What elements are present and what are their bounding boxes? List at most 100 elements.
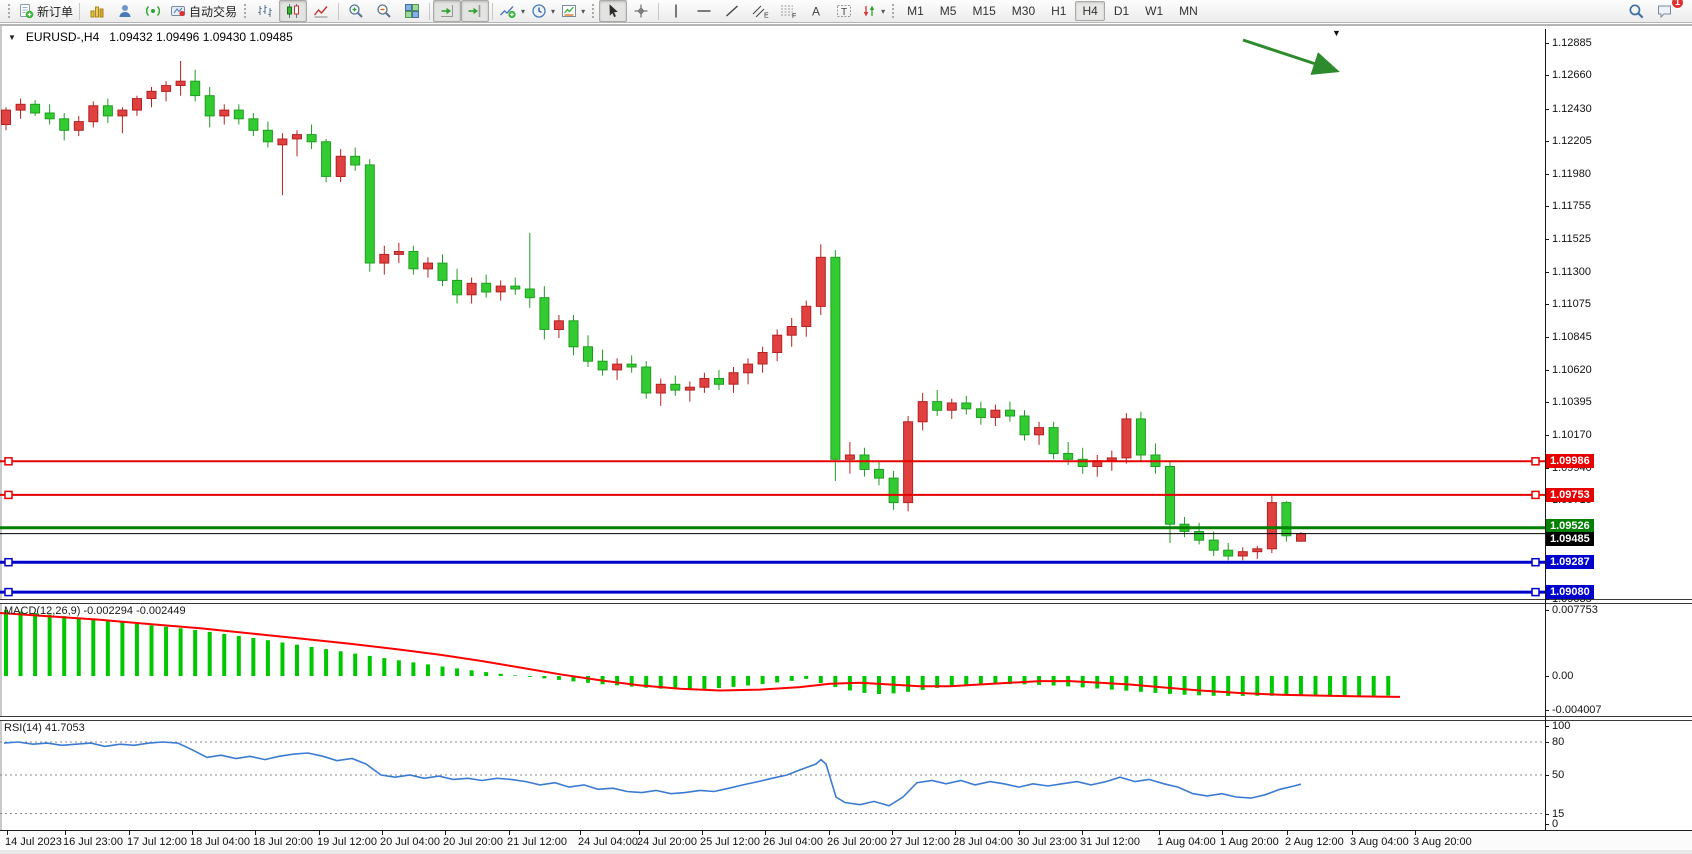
line-handle[interactable] bbox=[1532, 559, 1539, 566]
crosshair-icon bbox=[633, 3, 649, 19]
vertical-line-tool-button[interactable] bbox=[662, 0, 690, 22]
rsi-axis-label: 80 bbox=[1552, 736, 1564, 748]
price-tick-label: 1.11075 bbox=[1552, 298, 1591, 310]
time-axis-label: 1 Aug 20:00 bbox=[1220, 836, 1279, 848]
axis-tick bbox=[1545, 75, 1549, 76]
cursor-button[interactable] bbox=[599, 0, 627, 22]
chart-window[interactable]: ▼ EURUSD-,H4 1.09432 1.09496 1.09430 1.0… bbox=[0, 24, 1692, 852]
signals-button[interactable] bbox=[139, 0, 167, 22]
tile-windows-button[interactable] bbox=[398, 0, 426, 22]
price-line-label-1.09080[interactable]: 1.09080 bbox=[1546, 585, 1594, 599]
timeframe-button-m30[interactable]: M30 bbox=[1005, 1, 1042, 21]
time-axis-label: 3 Aug 04:00 bbox=[1350, 836, 1409, 848]
hline-1.09753[interactable] bbox=[0, 491, 1545, 498]
rsi-indicator-label: RSI(14) 41.7053 bbox=[4, 722, 85, 734]
hline-1.09986[interactable] bbox=[0, 458, 1545, 465]
timeframe-button-w1[interactable]: W1 bbox=[1138, 1, 1170, 21]
market-watch-button[interactable] bbox=[111, 0, 139, 22]
candle-37 bbox=[540, 286, 549, 339]
arrows-tool-button[interactable]: ▾ bbox=[858, 0, 888, 22]
arrows-icon bbox=[861, 3, 877, 19]
candle-5 bbox=[74, 116, 83, 136]
price-chart-canvas[interactable] bbox=[0, 29, 1545, 599]
candle-54 bbox=[787, 318, 796, 347]
notifications-button[interactable]: 1 bbox=[1650, 0, 1678, 22]
timeframe-button-mn[interactable]: MN bbox=[1172, 1, 1205, 21]
crosshair-button[interactable] bbox=[627, 0, 655, 22]
time-axis-label: 26 Jul 04:00 bbox=[763, 836, 823, 848]
auto-scroll-button[interactable] bbox=[433, 0, 461, 22]
timeframe-button-h4[interactable]: H4 bbox=[1075, 1, 1104, 21]
time-axis-tick bbox=[65, 831, 66, 835]
profiles-icon bbox=[89, 3, 105, 19]
line-handle[interactable] bbox=[5, 589, 12, 596]
candle-15 bbox=[220, 104, 229, 124]
timeframe-button-m5[interactable]: M5 bbox=[933, 1, 964, 21]
candle-42 bbox=[613, 358, 622, 380]
horizontal-line-tool-button[interactable] bbox=[690, 0, 718, 22]
candle-1 bbox=[16, 99, 25, 119]
rsi-pane-canvas[interactable] bbox=[0, 720, 1545, 830]
trendline-tool-button[interactable] bbox=[718, 0, 746, 22]
line-handle[interactable] bbox=[1532, 589, 1539, 596]
indicators-icon bbox=[499, 3, 517, 19]
chart-shift-button[interactable] bbox=[461, 0, 489, 22]
zoom-in-button[interactable] bbox=[342, 0, 370, 22]
trend-arrow-annotation[interactable] bbox=[1243, 40, 1337, 71]
candle-35 bbox=[511, 278, 520, 295]
search-button[interactable] bbox=[1622, 0, 1650, 22]
toolbar-separator bbox=[338, 3, 339, 20]
time-axis-tick bbox=[319, 831, 320, 835]
time-axis-label: 2 Aug 12:00 bbox=[1285, 836, 1344, 848]
rsi-line bbox=[4, 742, 1301, 806]
auto-trading-button[interactable]: 自动交易 bbox=[167, 0, 240, 22]
price-line-label-1.09485[interactable]: 1.09485 bbox=[1546, 532, 1594, 546]
line-handle[interactable] bbox=[5, 458, 12, 465]
candle-36 bbox=[525, 233, 534, 308]
new-order-label: 新订单 bbox=[37, 3, 73, 20]
timeframe-button-m15[interactable]: M15 bbox=[965, 1, 1002, 21]
candle-49 bbox=[715, 370, 724, 390]
timeframe-button-h1[interactable]: H1 bbox=[1044, 1, 1073, 21]
text-label-tool-button[interactable]: T bbox=[830, 0, 858, 22]
fibonacci-tool-button[interactable]: F bbox=[774, 0, 802, 22]
text-label-icon: T bbox=[836, 3, 852, 19]
templates-button[interactable]: ▾ bbox=[558, 0, 588, 22]
indicators-button[interactable]: ▾ bbox=[496, 0, 528, 22]
candlestick-chart-type-button[interactable] bbox=[279, 0, 307, 22]
price-line-label-1.09753[interactable]: 1.09753 bbox=[1546, 488, 1594, 502]
line-handle[interactable] bbox=[5, 491, 12, 498]
candle-56 bbox=[816, 244, 825, 315]
new-order-button[interactable]: 新订单 bbox=[15, 0, 76, 22]
price-line-label-1.09287[interactable]: 1.09287 bbox=[1546, 555, 1594, 569]
macd-pane-canvas[interactable] bbox=[0, 603, 1545, 715]
timeframe-button-m1[interactable]: M1 bbox=[900, 1, 931, 21]
equidistant-channel-tool-button[interactable]: E bbox=[746, 0, 774, 22]
line-handle[interactable] bbox=[5, 559, 12, 566]
bar-chart-type-button[interactable] bbox=[251, 0, 279, 22]
price-line-label-1.09986[interactable]: 1.09986 bbox=[1546, 454, 1594, 468]
candle-60 bbox=[875, 461, 884, 486]
hline-1.09080[interactable] bbox=[0, 589, 1545, 596]
hline-1.09287[interactable] bbox=[0, 559, 1545, 566]
zoom-out-button[interactable] bbox=[370, 0, 398, 22]
line-handle[interactable] bbox=[1532, 458, 1539, 465]
axis-tick bbox=[1545, 239, 1549, 240]
timeframe-button-d1[interactable]: D1 bbox=[1107, 1, 1136, 21]
price-line-label-1.09526[interactable]: 1.09526 bbox=[1546, 519, 1594, 533]
candle-69 bbox=[1006, 402, 1015, 422]
line-chart-type-button[interactable] bbox=[307, 0, 335, 22]
candle-52 bbox=[758, 347, 767, 373]
text-tool-button[interactable]: A bbox=[802, 0, 830, 22]
candle-6 bbox=[89, 101, 98, 127]
periods-button[interactable]: ▾ bbox=[528, 0, 558, 22]
candle-55 bbox=[802, 301, 811, 337]
time-axis-tick bbox=[580, 831, 581, 835]
zoom-in-icon bbox=[348, 3, 364, 19]
chat-bubble-icon bbox=[1656, 3, 1673, 19]
candle-71 bbox=[1035, 422, 1044, 445]
time-axis-tick bbox=[255, 831, 256, 835]
time-axis-label: 14 Jul 2023 bbox=[5, 836, 62, 848]
profiles-button[interactable] bbox=[83, 0, 111, 22]
line-handle[interactable] bbox=[1532, 491, 1539, 498]
